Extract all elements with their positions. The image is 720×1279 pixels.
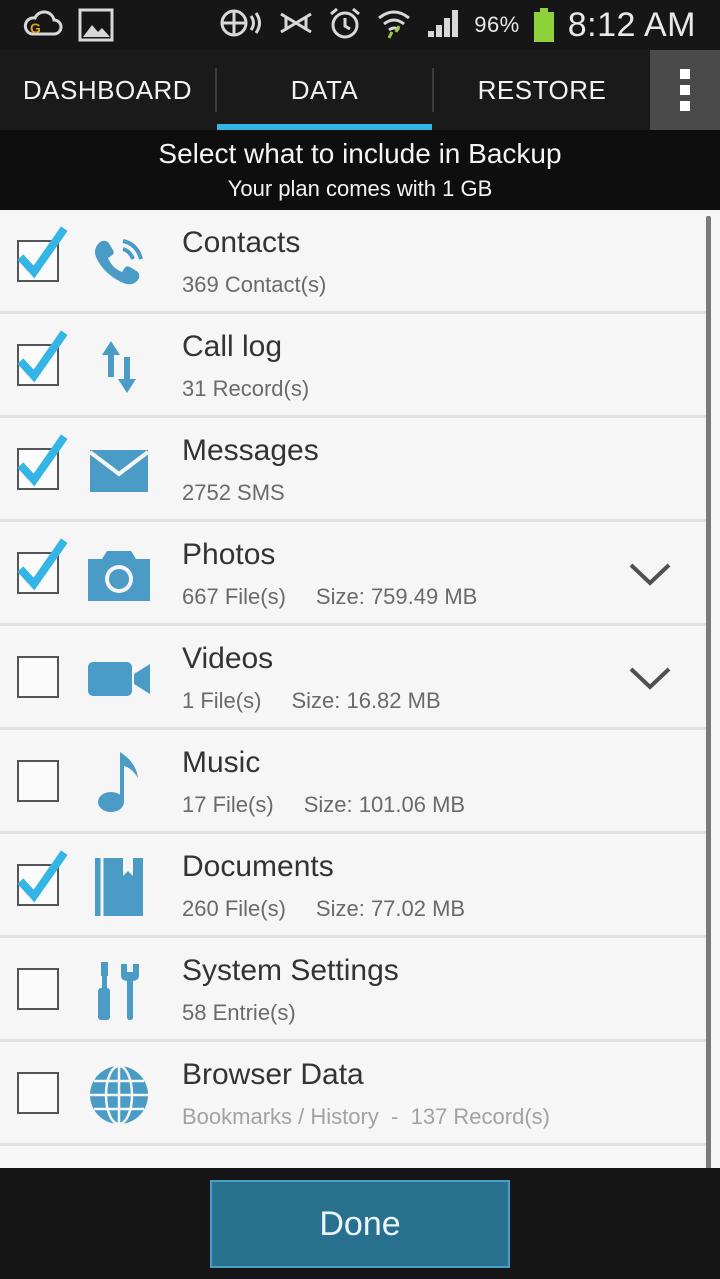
clock: 8:12 AM xyxy=(567,5,696,44)
checkmark-icon xyxy=(17,226,68,279)
include-checkbox[interactable] xyxy=(17,330,68,386)
include-checkbox[interactable] xyxy=(17,1072,59,1114)
alarm-icon xyxy=(328,6,362,45)
backup-item-documents[interactable]: Documents 260 File(s) Size: 77.02 MB xyxy=(0,834,710,938)
battery-percent: 96% xyxy=(474,12,520,37)
nfc-icon xyxy=(218,8,264,43)
header-title: Select what to include in Backup xyxy=(158,138,562,169)
include-checkbox[interactable] xyxy=(17,226,68,282)
item-count: Bookmarks / History - 137 Record(s) xyxy=(182,1104,550,1129)
item-count: 17 File(s) xyxy=(182,792,274,817)
item-count: 58 Entrie(s) xyxy=(182,1000,296,1025)
image-icon xyxy=(78,8,114,47)
music-note-icon xyxy=(84,748,154,818)
svg-text:G: G xyxy=(30,20,41,36)
include-checkbox[interactable] xyxy=(17,850,68,906)
item-title: Videos xyxy=(182,642,274,675)
envelope-icon xyxy=(84,436,154,506)
item-meta: 2752 SMS xyxy=(182,480,285,506)
checkmark-icon xyxy=(17,850,68,903)
item-title: System Settings xyxy=(182,954,399,987)
checkmark-icon xyxy=(17,330,68,383)
scrollbar[interactable] xyxy=(706,216,711,1279)
backup-item-system-settings[interactable]: System Settings 58 Entrie(s) xyxy=(0,938,710,1042)
item-count: 31 Record(s) xyxy=(182,376,310,401)
checkmark-icon xyxy=(17,538,68,591)
overflow-menu-button[interactable] xyxy=(650,50,720,130)
item-title: Contacts xyxy=(182,226,301,259)
item-meta: 31 Record(s) xyxy=(182,376,309,402)
item-count: 369 Contact(s) xyxy=(182,272,327,297)
backup-item-music[interactable]: Music 17 File(s) Size: 101.06 MB xyxy=(0,730,710,834)
overflow-dot xyxy=(680,69,690,79)
overflow-dot xyxy=(680,85,690,95)
item-title: Music xyxy=(182,746,261,779)
item-title: Call log xyxy=(182,330,283,363)
backup-item-call-log[interactable]: Call log 31 Record(s) xyxy=(0,314,710,418)
item-meta: 1 File(s) Size: 16.82 MB xyxy=(182,688,441,714)
item-meta: 17 File(s) Size: 101.06 MB xyxy=(182,792,465,818)
backup-header: Select what to include in Backup Your pl… xyxy=(0,130,720,210)
tab-dashboard[interactable]: DASHBOARD xyxy=(0,50,215,130)
footer: Done xyxy=(0,1168,720,1279)
item-count: 2752 SMS xyxy=(182,480,285,505)
include-checkbox[interactable] xyxy=(17,760,59,802)
item-size: Size: 16.82 MB xyxy=(291,688,441,713)
backup-item-contacts[interactable]: Contacts 369 Contact(s) xyxy=(0,210,710,314)
camera-icon xyxy=(84,540,154,610)
vibrate-icon xyxy=(278,8,314,43)
item-meta: 369 Contact(s) xyxy=(182,272,326,298)
item-meta: Bookmarks / History - 137 Record(s) xyxy=(182,1104,550,1130)
backup-item-browser-data[interactable]: Browser Data Bookmarks / History - 137 Re… xyxy=(0,1042,710,1146)
video-camera-icon xyxy=(84,644,154,714)
backup-item-list[interactable]: Contacts 369 Contact(s) Call log 31 Record(… xyxy=(0,210,720,1279)
status-bar: G 96% 8:12 AM xyxy=(0,0,720,50)
item-meta: 667 File(s) Size: 759.49 MB xyxy=(182,584,477,610)
item-count: 1 File(s) xyxy=(182,688,262,713)
backup-item-videos[interactable]: Videos 1 File(s) Size: 16.82 MB xyxy=(0,626,710,730)
wifi-icon xyxy=(376,6,412,45)
include-checkbox[interactable] xyxy=(17,538,68,594)
checkmark-icon xyxy=(17,434,68,487)
tools-icon xyxy=(84,956,154,1026)
item-meta: 260 File(s) Size: 77.02 MB xyxy=(182,896,465,922)
backup-item-photos[interactable]: Photos 667 File(s) Size: 759.49 MB xyxy=(0,522,710,626)
item-count: 667 File(s) xyxy=(182,584,286,609)
backup-item-messages[interactable]: Messages 2752 SMS xyxy=(0,418,710,522)
signal-icon xyxy=(426,7,460,44)
cloud-icon: G xyxy=(22,10,64,45)
item-title: Messages xyxy=(182,434,319,467)
tab-data[interactable]: DATA xyxy=(217,50,432,130)
item-title: Photos xyxy=(182,538,276,571)
item-size: Size: 759.49 MB xyxy=(315,584,478,609)
include-checkbox[interactable] xyxy=(17,656,59,698)
item-count: 260 File(s) xyxy=(182,896,286,921)
include-checkbox[interactable] xyxy=(17,968,59,1010)
chevron-down-icon[interactable] xyxy=(622,656,678,700)
include-checkbox[interactable] xyxy=(17,434,68,490)
item-size: Size: 77.02 MB xyxy=(315,896,466,921)
battery-icon xyxy=(533,8,554,42)
arrows-updown-icon xyxy=(84,332,154,402)
item-title: Browser Data xyxy=(182,1058,364,1091)
item-size: Size: 101.06 MB xyxy=(303,792,466,817)
tab-bar: DASHBOARD DATA RESTORE xyxy=(0,50,720,130)
overflow-dot xyxy=(680,101,690,111)
plan-info: Your plan comes with 1 GB xyxy=(227,176,493,201)
globe-icon xyxy=(84,1060,154,1130)
tab-restore[interactable]: RESTORE xyxy=(434,50,650,130)
item-meta: 58 Entrie(s) xyxy=(182,1000,296,1026)
phone-icon xyxy=(84,228,154,298)
book-icon xyxy=(84,852,154,922)
chevron-down-icon[interactable] xyxy=(622,552,678,596)
item-title: Documents xyxy=(182,850,334,883)
done-button[interactable]: Done xyxy=(210,1180,510,1268)
